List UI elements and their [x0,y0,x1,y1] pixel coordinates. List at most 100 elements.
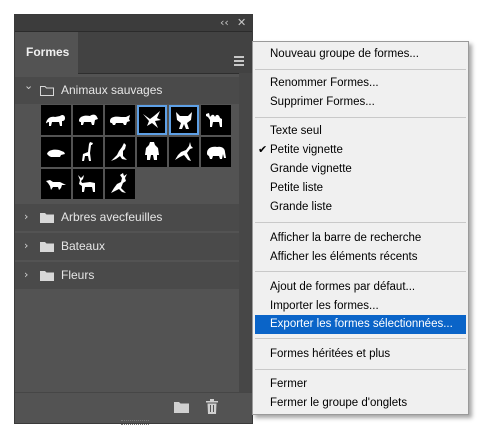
group-label: Bateaux [61,239,106,253]
menu-item-formes-heritees[interactable]: Formes héritées et plus [255,345,466,364]
checkmark-icon: ✔ [258,143,268,156]
menu-separator [255,222,466,223]
menu-separator [255,369,466,370]
panel-content: ⌄ Animaux sauvages › Arbres avecfeuilles… [15,73,252,409]
shape-thumb-mole[interactable] [41,137,71,167]
group-row-arbres-avecfeuilles[interactable]: › Arbres avecfeuilles [15,204,239,231]
menu-item-label: Petite vignette [270,144,343,156]
chevron-right-icon[interactable]: › [24,239,28,252]
menu-item-label: Formes héritées et plus [270,348,391,360]
menu-item-label: Nouveau groupe de formes... [270,48,419,60]
close-panel-button[interactable]: ✕ [237,16,246,30]
menu-item-label: Renommer Formes... [270,77,379,89]
shape-thumb-moose[interactable] [73,169,103,199]
gazelle-icon [175,142,193,161]
elephant-icon [207,146,226,159]
shape-thumb-kangaroo[interactable] [105,137,135,167]
menu-item-label: Afficher la barre de recherche [270,232,422,244]
fox-icon [46,180,66,190]
shapes-panel: ‹‹ ✕ Formes ⌄ Animaux sauvages › Arbres … [14,14,253,425]
shape-thumb-wolf[interactable] [169,105,199,135]
menu-item-petite-vignette[interactable]: ✔ Petite vignette [255,141,466,160]
lion-icon [46,114,65,126]
menu-item-grande-vignette[interactable]: Grande vignette [255,160,466,179]
group-row-fleurs[interactable]: › Fleurs [15,262,239,289]
shape-thumb-fox[interactable] [41,169,71,199]
shape-thumb-elephant[interactable] [201,137,231,167]
menu-item-renommer[interactable]: Renommer Formes... [255,74,466,93]
menu-item-exporter-formes[interactable]: Exporter les formes sélectionnées... [255,315,466,334]
panel-tabstrip: Formes [15,32,252,74]
menu-item-texte-seul[interactable]: Texte seul [255,122,466,141]
shape-thumb-giraffe[interactable] [73,137,103,167]
menu-item-label: Grande vignette [270,163,352,175]
resize-grip[interactable] [121,420,149,425]
group-row-bateaux[interactable]: › Bateaux [15,233,239,260]
shape-thumb-deer[interactable] [105,169,135,199]
menu-item-label: Grande liste [270,201,333,213]
menu-item-nouveau-groupe[interactable]: Nouveau groupe de formes... [255,45,466,64]
chevron-right-icon[interactable]: › [24,268,28,281]
bird-icon [143,111,161,128]
shape-thumb-bird[interactable] [137,105,167,135]
panel-menu-icon[interactable] [234,56,246,66]
bear-icon [79,114,98,125]
shape-thumb-lion[interactable] [41,105,71,135]
giraffe-icon [82,142,93,161]
shape-thumbnails [41,105,231,201]
menu-item-petite-liste[interactable]: Petite liste [255,179,466,198]
kangaroo-icon [111,143,127,161]
folder-open-icon [40,86,54,96]
wolf-icon [176,112,192,129]
menu-item-grande-liste[interactable]: Grande liste [255,198,466,217]
panel-context-menu: Nouveau groupe de formes... Renommer For… [252,41,469,415]
menu-separator [255,271,466,272]
rhino-icon [110,115,130,125]
menu-item-ajout-formes-defaut[interactable]: Ajout de formes par défaut... [255,278,466,297]
folder-icon [40,213,54,223]
menu-item-label: Petite liste [270,182,324,194]
menu-separator [255,69,466,70]
menu-item-supprimer[interactable]: Supprimer Formes... [255,93,466,112]
menu-item-label: Exporter les formes sélectionnées... [270,318,453,330]
deer-icon [111,173,127,193]
panel-scrollbar[interactable] [239,73,252,409]
chevron-down-icon[interactable]: ⌄ [24,79,33,92]
folder-icon [40,242,54,252]
group-row-animaux-sauvages[interactable]: ⌄ Animaux sauvages [15,77,239,104]
moose-icon [78,175,95,192]
menu-separator [255,338,466,339]
menu-item-label: Afficher les éléments récents [270,251,418,263]
shape-thumb-gazelle[interactable] [169,137,199,167]
group-label: Animaux sauvages [61,83,163,97]
mole-icon [47,149,65,157]
camel-icon [206,113,222,127]
collapse-panel-button[interactable]: ‹‹ [220,16,229,30]
gorilla-icon [145,142,159,160]
tab-formes[interactable]: Formes [15,32,78,74]
folder-icon [40,271,54,281]
group-label: Fleurs [61,268,95,282]
menu-item-barre-recherche[interactable]: Afficher la barre de recherche [255,229,466,248]
panel-titlebar: ‹‹ ✕ [15,15,252,32]
shape-thumb-bear[interactable] [73,105,103,135]
shape-thumb-rhino[interactable] [105,105,135,135]
menu-item-label: Ajout de formes par défaut... [270,281,416,293]
menu-separator [255,117,466,118]
menu-item-fermer-groupe-onglets[interactable]: Fermer le groupe d'onglets [255,394,466,413]
menu-item-importer-formes[interactable]: Importer les formes... [255,297,466,316]
chevron-right-icon[interactable]: › [24,210,28,223]
new-group-folder-icon[interactable] [174,401,189,413]
trash-icon[interactable] [206,399,218,414]
panel-footer [15,392,252,423]
menu-item-label: Importer les formes... [270,300,379,312]
menu-item-label: Texte seul [270,125,322,137]
menu-item-elements-recents[interactable]: Afficher les éléments récents [255,248,466,267]
menu-item-fermer[interactable]: Fermer [255,375,466,394]
shape-thumb-gorilla[interactable] [137,137,167,167]
menu-item-label: Fermer [270,378,308,390]
menu-item-label: Fermer le groupe d'onglets [270,397,408,409]
shape-thumb-camel[interactable] [201,105,231,135]
menu-item-label: Supprimer Formes... [270,96,375,108]
group-label: Arbres avecfeuilles [61,210,163,224]
